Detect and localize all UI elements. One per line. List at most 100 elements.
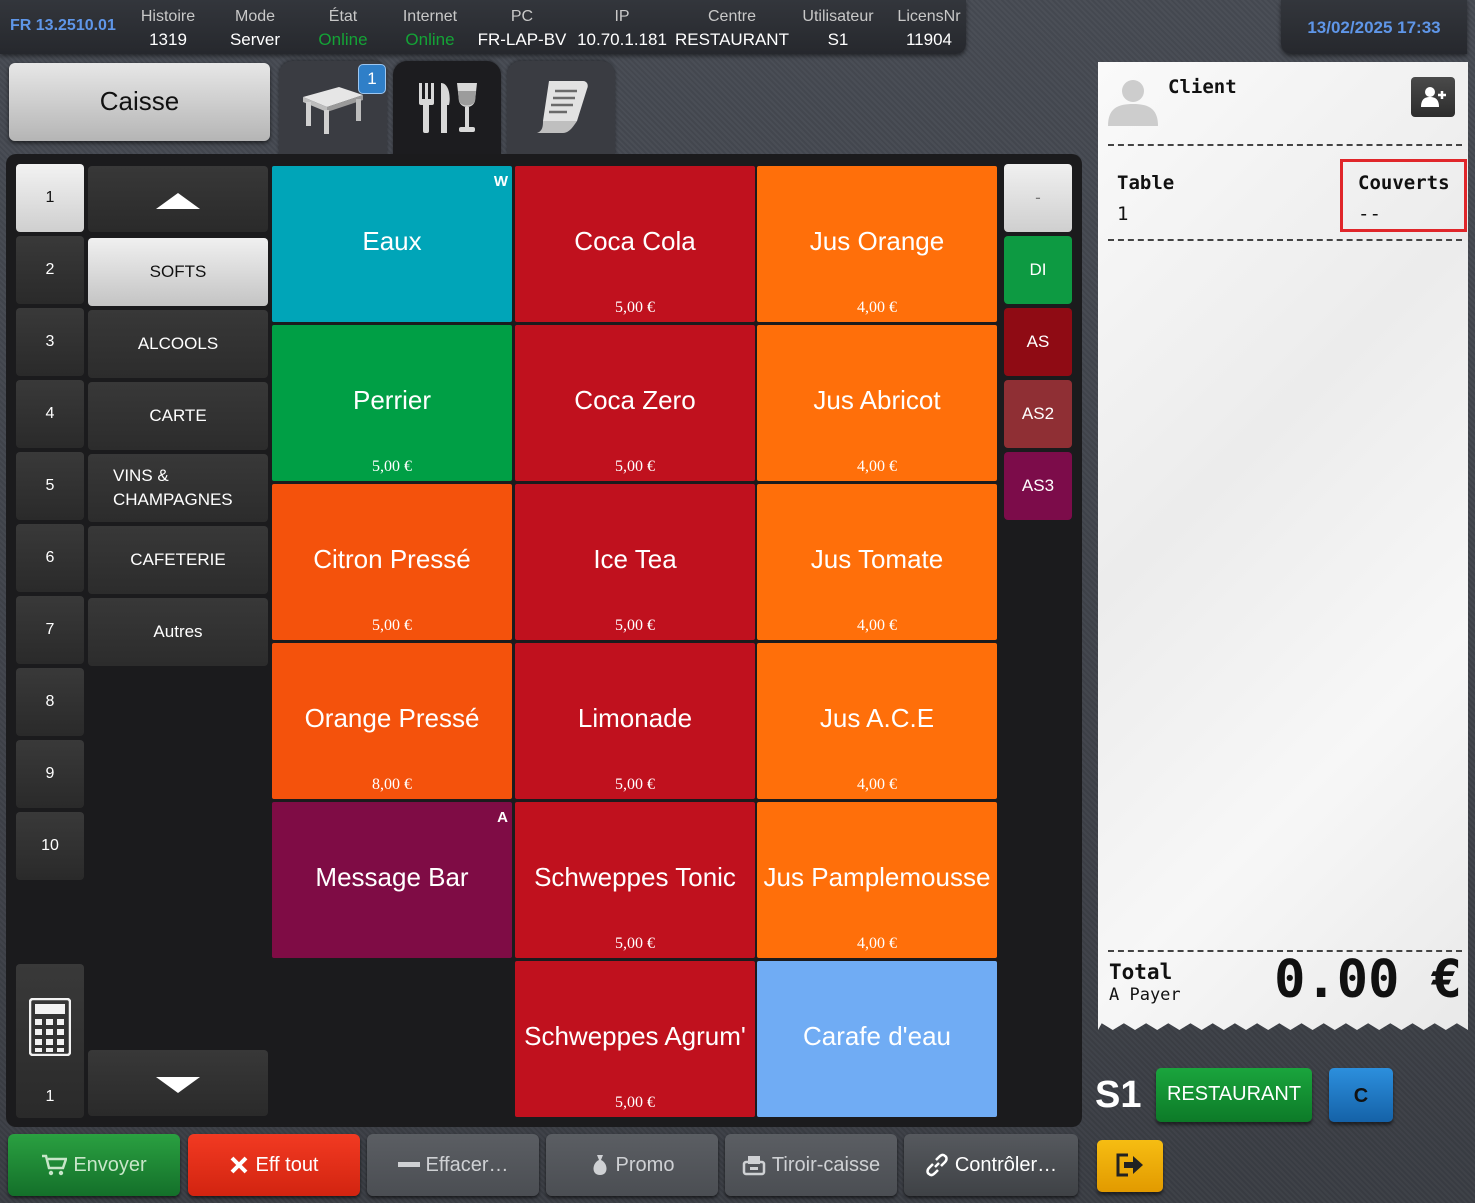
category-scroll-down-button[interactable]: [88, 1050, 268, 1116]
product-eaux[interactable]: Eaux W: [272, 166, 512, 322]
product-schweppes-agrum[interactable]: Schweppes Agrum' 5,00 €: [515, 961, 755, 1117]
category-cafeterie[interactable]: CAFETERIE: [88, 526, 268, 594]
product-corner-flag: W: [493, 173, 508, 190]
product-jus-orange[interactable]: Jus Orange 4,00 €: [757, 166, 997, 322]
product-name: Coca Cola: [574, 226, 696, 256]
product-message-bar[interactable]: Message Bar A: [272, 802, 512, 958]
status-mode: Mode Server: [229, 8, 281, 49]
couverts-highlight-box: [1340, 159, 1467, 232]
product-price: 8,00 €: [372, 776, 412, 793]
product-price: 4,00 €: [857, 935, 897, 952]
product-price: 5,00 €: [372, 458, 412, 475]
seat-number-7[interactable]: 7: [16, 596, 84, 664]
modifier-none[interactable]: -: [1004, 164, 1072, 232]
product-jus-a-c-e[interactable]: Jus A.C.E 4,00 €: [757, 643, 997, 799]
product-orange-press[interactable]: Orange Pressé 8,00 €: [272, 643, 512, 799]
add-client-button[interactable]: [1411, 77, 1455, 117]
tab-products[interactable]: [393, 61, 501, 157]
product-coca-zero[interactable]: Coca Zero 5,00 €: [515, 325, 755, 481]
client-label: Client: [1168, 76, 1237, 98]
caisse-button[interactable]: Caisse: [9, 63, 270, 141]
category-vins-champagnes[interactable]: VINS & CHAMPAGNES: [88, 454, 268, 522]
tab-receipts[interactable]: [507, 61, 615, 157]
seat-number-6[interactable]: 6: [16, 524, 84, 592]
product-name: Jus Tomate: [810, 544, 944, 574]
envoyer-button[interactable]: Envoyer: [8, 1134, 180, 1196]
cart-icon: [42, 1154, 68, 1176]
category-carte[interactable]: CARTE: [88, 382, 268, 450]
status-bar: FR 13.2510.01 Histoire 1319 Mode Server Ét…: [0, 0, 966, 54]
product-price: 5,00 €: [615, 1094, 655, 1111]
modifier-as[interactable]: AS: [1004, 308, 1072, 376]
seat-number-9[interactable]: 9: [16, 740, 84, 808]
status-internet: Internet Online: [402, 8, 458, 49]
seat-number-8[interactable]: 8: [16, 668, 84, 736]
seat-number-1[interactable]: 1: [16, 164, 84, 232]
tiroir-caisse-button[interactable]: Tiroir-caisse: [725, 1134, 897, 1196]
product-perrier[interactable]: Perrier 5,00 €: [272, 325, 512, 481]
product-jus-pamplemousse[interactable]: Jus Pamplemousse 4,00 €: [757, 802, 997, 958]
product-jus-tomate[interactable]: Jus Tomate 4,00 €: [757, 484, 997, 640]
product-schweppes-tonic[interactable]: Schweppes Tonic 5,00 €: [515, 802, 755, 958]
category-alcools[interactable]: ALCOOLS: [88, 310, 268, 378]
eff-tout-button[interactable]: Eff tout: [188, 1134, 360, 1196]
tiroir-caisse-label: Tiroir-caisse: [771, 1153, 881, 1176]
logout-button[interactable]: [1097, 1140, 1163, 1192]
money-bag-icon: [593, 1155, 607, 1175]
product-name: Orange Pressé: [304, 703, 480, 733]
receipt-divider: [1108, 144, 1462, 146]
category-label: Autres: [153, 622, 203, 641]
product-name: Schweppes Agrum': [524, 1021, 746, 1051]
modifier-as3[interactable]: AS3: [1004, 452, 1072, 520]
product-jus-abricot[interactable]: Jus Abricot 4,00 €: [757, 325, 997, 481]
product-name: Carafe d'eau: [802, 1021, 952, 1051]
product-corner-flag: A: [497, 809, 508, 826]
version-label: FR 13.2510.01: [10, 17, 116, 34]
controler-button[interactable]: Contrôler…: [904, 1134, 1078, 1196]
status-centre: Centre RESTAURANT: [675, 8, 789, 49]
category-autres[interactable]: Autres: [88, 598, 268, 666]
product-name: Jus A.C.E: [819, 703, 935, 733]
status-pc: PC FR-LAP-BV: [477, 8, 567, 49]
effacer-button[interactable]: Effacer…: [367, 1134, 539, 1196]
x-icon: [231, 1156, 248, 1174]
controler-label: Contrôler…: [954, 1153, 1058, 1176]
product-name: Limonade: [577, 703, 693, 733]
datetime-box: 13/02/2025 17:33: [1281, 0, 1467, 54]
product-coca-cola[interactable]: Coca Cola 5,00 €: [515, 166, 755, 322]
category-scroll-up-button[interactable]: [88, 166, 268, 232]
seat-number-5[interactable]: 5: [16, 452, 84, 520]
product-citron-press[interactable]: Citron Pressé 5,00 €: [272, 484, 512, 640]
eff-tout-label: Eff tout: [255, 1153, 319, 1176]
promo-button[interactable]: Promo: [546, 1134, 718, 1196]
add-user-icon: [1421, 87, 1446, 107]
product-price: 4,00 €: [857, 617, 897, 634]
client-avatar-icon: [1108, 80, 1158, 126]
seat-number-2[interactable]: 2: [16, 236, 84, 304]
restaurant-button[interactable]: RESTAURANT: [1156, 1068, 1312, 1122]
calculator-button[interactable]: 1: [16, 964, 84, 1118]
a-payer-label: A Payer: [1109, 985, 1181, 1005]
product-price: 5,00 €: [615, 935, 655, 952]
seat-number-4[interactable]: 4: [16, 380, 84, 448]
product-name: Message Bar: [315, 862, 469, 892]
receipt-scroll-icon: [537, 81, 588, 133]
product-ice-tea[interactable]: Ice Tea 5,00 €: [515, 484, 755, 640]
product-name: Ice Tea: [593, 544, 677, 574]
category-label: CARTE: [149, 406, 207, 425]
seat-number-10[interactable]: 10: [16, 812, 84, 880]
link-icon: [926, 1153, 948, 1177]
total-amount: 0.00 €: [1274, 950, 1462, 1010]
product-price: 5,00 €: [615, 458, 655, 475]
category-softs[interactable]: SOFTS: [88, 238, 268, 306]
product-name: Citron Pressé: [313, 544, 471, 574]
seat-number-3[interactable]: 3: [16, 308, 84, 376]
modifier-di[interactable]: DI: [1004, 236, 1072, 304]
c-button[interactable]: C: [1329, 1068, 1393, 1122]
product-price: 5,00 €: [615, 617, 655, 634]
status-utilisateur: Utilisateur S1: [802, 8, 874, 49]
calculator-value: 1: [45, 1088, 55, 1105]
product-carafe-d-eau[interactable]: Carafe d'eau: [757, 961, 997, 1117]
product-limonade[interactable]: Limonade 5,00 €: [515, 643, 755, 799]
modifier-as2[interactable]: AS2: [1004, 380, 1072, 448]
